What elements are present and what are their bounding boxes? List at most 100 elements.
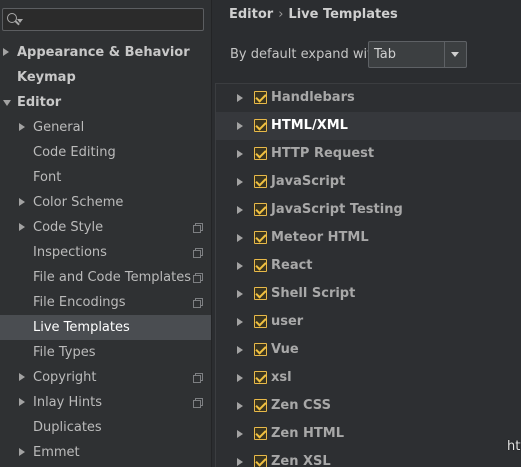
template-group-vue[interactable]: Vue	[216, 336, 521, 364]
template-group-label: Zen XSL	[271, 454, 331, 467]
expand-with-select[interactable]: Tab	[368, 41, 467, 68]
template-group-zen-html[interactable]: Zen HTML	[216, 420, 521, 448]
sidebar-item-label: Inlay Hints	[33, 395, 102, 410]
breadcrumb-separator: ›	[278, 7, 284, 22]
template-group-label: Zen HTML	[271, 426, 344, 441]
template-group-checkbox[interactable]	[254, 147, 267, 160]
sidebar-item-label: File and Code Templates	[33, 270, 191, 285]
template-group-checkbox[interactable]	[254, 455, 267, 467]
sidebar-item-file-types[interactable]: File Types	[0, 340, 211, 365]
sidebar-item-editor[interactable]: Editor	[0, 90, 211, 115]
template-group-checkbox[interactable]	[254, 175, 267, 188]
project-scope-icon	[193, 223, 203, 233]
template-group-xsl[interactable]: xsl	[216, 364, 521, 392]
template-group-checkbox[interactable]	[254, 231, 267, 244]
sidebar-item-emmet[interactable]: Emmet	[0, 440, 211, 465]
sidebar-item-font[interactable]: Font	[0, 165, 211, 190]
chevron-right-icon[interactable]	[237, 430, 243, 438]
sidebar-item-label: File Types	[33, 345, 96, 360]
chevron-right-icon[interactable]	[237, 206, 243, 214]
sidebar-item-code-style[interactable]: Code Style	[0, 215, 211, 240]
chevron-down-icon[interactable]	[17, 19, 23, 23]
chevron-right-icon[interactable]	[237, 150, 243, 158]
template-group-checkbox[interactable]	[254, 91, 267, 104]
sidebar-item-general[interactable]: General	[0, 115, 211, 140]
project-scope-icon	[193, 248, 203, 258]
template-group-meteor-html[interactable]: Meteor HTML	[216, 224, 521, 252]
chevron-right-icon[interactable]	[237, 458, 243, 466]
chevron-right-icon[interactable]	[237, 374, 243, 382]
breadcrumb-parent[interactable]: Editor	[229, 7, 273, 22]
template-group-javascript-testing[interactable]: JavaScript Testing	[216, 196, 521, 224]
chevron-right-icon[interactable]	[237, 234, 243, 242]
sidebar-item-code-editing[interactable]: Code Editing	[0, 140, 211, 165]
template-group-shell-script[interactable]: Shell Script	[216, 280, 521, 308]
chevron-right-icon[interactable]	[19, 198, 25, 206]
templates-tree: Handlebars HTML/XML HTTP Request JavaScript…	[215, 83, 521, 467]
template-group-label: Zen CSS	[271, 398, 331, 413]
template-group-checkbox[interactable]	[254, 203, 267, 216]
template-group-checkbox[interactable]	[254, 399, 267, 412]
search-input[interactable]	[27, 11, 197, 28]
chevron-right-icon[interactable]	[19, 123, 25, 131]
template-group-http-request[interactable]: HTTP Request	[216, 140, 521, 168]
template-group-zen-css[interactable]: Zen CSS	[216, 392, 521, 420]
chevron-right-icon[interactable]	[237, 262, 243, 270]
expand-with-label: By default expand with	[230, 47, 381, 62]
template-group-checkbox[interactable]	[254, 259, 267, 272]
template-group-label: JavaScript Testing	[271, 202, 403, 217]
template-group-zen-xsl[interactable]: Zen XSL	[216, 448, 521, 467]
template-group-checkbox[interactable]	[254, 371, 267, 384]
sidebar-item-inlay-hints[interactable]: Inlay Hints	[0, 390, 211, 415]
sidebar-item-label: Code Style	[33, 220, 104, 235]
chevron-right-icon[interactable]	[19, 448, 25, 456]
template-group-checkbox[interactable]	[254, 343, 267, 356]
template-group-html-xml[interactable]: HTML/XML	[216, 112, 521, 140]
chevron-right-icon[interactable]	[19, 223, 25, 231]
expand-with-value: Tab	[374, 47, 397, 62]
search-icon[interactable]	[7, 13, 17, 23]
settings-search-box[interactable]	[2, 8, 204, 31]
chevron-right-icon[interactable]	[3, 48, 9, 56]
project-scope-icon	[193, 398, 203, 408]
sidebar-item-label: Live Templates	[33, 320, 130, 335]
chevron-down-icon[interactable]	[3, 100, 11, 106]
chevron-right-icon[interactable]	[237, 402, 243, 410]
sidebar-item-file-encodings[interactable]: File Encodings	[0, 290, 211, 315]
template-group-checkbox[interactable]	[254, 315, 267, 328]
template-group-checkbox[interactable]	[254, 287, 267, 300]
template-group-label: xsl	[271, 370, 292, 385]
chevron-right-icon[interactable]	[237, 178, 243, 186]
sidebar-item-label: Copyright	[33, 370, 97, 385]
sidebar-item-label: Code Editing	[33, 145, 116, 160]
sidebar-item-inspections[interactable]: Inspections	[0, 240, 211, 265]
template-group-label: JavaScript	[271, 174, 346, 189]
template-group-label: HTTP Request	[271, 146, 375, 161]
template-group-checkbox[interactable]	[254, 427, 267, 440]
chevron-down-icon[interactable]	[444, 42, 466, 67]
sidebar-item-appearance-behavior[interactable]: Appearance & Behavior	[0, 40, 211, 65]
sidebar-item-label: Keymap	[17, 70, 76, 85]
sidebar-item-duplicates[interactable]: Duplicates	[0, 415, 211, 440]
sidebar-item-keymap[interactable]: Keymap	[0, 65, 211, 90]
chevron-right-icon[interactable]	[237, 346, 243, 354]
chevron-right-icon[interactable]	[19, 398, 25, 406]
sidebar-item-label: Color Scheme	[33, 195, 124, 210]
sidebar-item-copyright[interactable]: Copyright	[0, 365, 211, 390]
template-group-react[interactable]: React	[216, 252, 521, 280]
sidebar-item-color-scheme[interactable]: Color Scheme	[0, 190, 211, 215]
chevron-right-icon[interactable]	[237, 122, 243, 130]
chevron-right-icon[interactable]	[237, 94, 243, 102]
sidebar-item-live-templates[interactable]: Live Templates	[0, 315, 211, 340]
template-group-label: Vue	[271, 342, 299, 357]
chevron-right-icon[interactable]	[237, 290, 243, 298]
template-group-user[interactable]: user	[216, 308, 521, 336]
sidebar-item-file-and-code-templates[interactable]: File and Code Templates	[0, 265, 211, 290]
sidebar-item-label: Editor	[17, 95, 62, 110]
project-scope-icon	[193, 298, 203, 308]
chevron-right-icon[interactable]	[237, 318, 243, 326]
template-group-handlebars[interactable]: Handlebars	[216, 84, 521, 112]
chevron-right-icon[interactable]	[19, 373, 25, 381]
template-group-javascript[interactable]: JavaScript	[216, 168, 521, 196]
template-group-checkbox[interactable]	[254, 119, 267, 132]
